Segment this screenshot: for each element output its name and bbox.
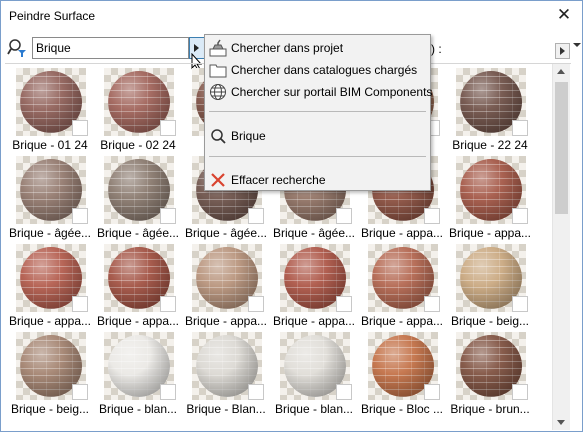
material-label: Brique - appa... — [360, 314, 444, 328]
material-tile[interactable]: Brique - appa... — [446, 154, 534, 240]
menu-item-search-bim-portal[interactable]: Chercher sur portail BIM Components — [205, 82, 433, 102]
material-tile[interactable]: Brique - beig... — [6, 330, 94, 416]
search-options-menu: Chercher dans projet Chercher dans catal… — [204, 34, 433, 191]
globe-icon — [210, 84, 226, 100]
material-tile[interactable]: Brique - âgée... — [6, 154, 94, 240]
material-badge — [248, 384, 264, 400]
menu-item-clear-search[interactable]: Effacer recherche — [205, 170, 430, 190]
material-label: Brique - Blan... — [186, 402, 266, 416]
material-badge — [160, 208, 176, 224]
scrollbar-thumb[interactable] — [555, 82, 568, 214]
material-badge — [72, 296, 88, 312]
menu-item-search-catalogs[interactable]: Chercher dans catalogues chargés — [205, 60, 430, 80]
search-input[interactable]: Brique — [32, 37, 189, 59]
material-label: Brique - blan... — [98, 402, 178, 416]
project-search-icon — [209, 39, 227, 57]
material-label: Brique - appa... — [448, 226, 532, 240]
menu-item-label: Brique — [231, 129, 266, 143]
material-tile[interactable]: Brique - 02 24 — [94, 66, 182, 152]
search-icon — [211, 129, 226, 144]
material-tile[interactable]: Brique - 22 24 — [446, 66, 534, 152]
material-badge — [160, 384, 176, 400]
menu-item-label: Chercher sur portail BIM Components — [231, 85, 433, 99]
folder-icon — [209, 64, 227, 78]
menu-item-search-project[interactable]: Chercher dans projet — [205, 38, 430, 58]
material-tile[interactable]: Brique - appa... — [270, 242, 358, 328]
material-badge — [72, 120, 88, 136]
close-icon[interactable]: ✕ — [554, 5, 574, 25]
material-label: Brique - appa... — [272, 314, 356, 328]
material-badge — [160, 120, 176, 136]
material-tile[interactable]: Brique - brun... — [446, 330, 534, 416]
material-tile[interactable]: Brique - blan... — [94, 330, 182, 416]
material-tile[interactable]: Brique - appa... — [6, 242, 94, 328]
material-tile[interactable]: Brique - appa... — [358, 242, 446, 328]
paint-surface-dialog: Peindre Surface ✕ Brique s) : Brique - 0… — [0, 0, 583, 432]
material-label: Brique - 01 24 — [12, 138, 88, 152]
menu-separator — [209, 156, 426, 157]
material-label: Brique - beig... — [450, 314, 530, 328]
material-label: Brique - âgée... — [184, 226, 268, 240]
scroll-up-icon[interactable] — [557, 69, 565, 74]
material-label: Brique - appa... — [8, 314, 92, 328]
material-tile[interactable]: Brique - appa... — [182, 242, 270, 328]
window-title: Peindre Surface — [9, 9, 96, 23]
material-label: Brique - 22 24 — [452, 138, 528, 152]
material-label: Brique - âgée... — [96, 226, 180, 240]
material-badge — [424, 296, 440, 312]
material-badge — [336, 296, 352, 312]
material-badge — [160, 296, 176, 312]
material-label: Brique - 02 24 — [100, 138, 176, 152]
material-label: Brique - appa... — [360, 226, 444, 240]
material-badge — [512, 296, 528, 312]
title-bar: Peindre Surface ✕ — [1, 1, 582, 31]
material-badge — [72, 208, 88, 224]
material-badge — [424, 208, 440, 224]
material-label: Brique - âgée... — [272, 226, 356, 240]
menu-item-label: Chercher dans catalogues chargés — [231, 63, 418, 77]
material-badge — [336, 208, 352, 224]
material-label: Brique - brun... — [450, 402, 530, 416]
material-tile[interactable]: Brique - Blan... — [182, 330, 270, 416]
material-tile[interactable]: Brique - âgée... — [94, 154, 182, 240]
scroll-right-button[interactable] — [555, 43, 570, 59]
menu-item-search-term[interactable]: Brique — [205, 126, 430, 146]
material-badge — [424, 384, 440, 400]
material-badge — [248, 208, 264, 224]
menu-separator — [209, 111, 426, 112]
material-label: Brique - appa... — [96, 314, 180, 328]
material-label: Brique - Bloc ... — [360, 402, 444, 416]
vertical-scrollbar[interactable] — [552, 64, 570, 430]
material-tile[interactable]: Brique - 01 24 — [6, 66, 94, 152]
scroll-down-icon[interactable] — [557, 420, 565, 425]
menu-item-label: Chercher dans projet — [231, 41, 344, 55]
material-badge — [512, 384, 528, 400]
search-input-value: Brique — [36, 41, 71, 55]
material-label: Brique - beig... — [10, 402, 90, 416]
material-badge — [512, 208, 528, 224]
options-menu-caret-icon[interactable] — [573, 43, 581, 47]
material-badge — [336, 384, 352, 400]
material-label: Brique - blan... — [274, 402, 354, 416]
material-label: Brique - appa... — [184, 314, 268, 328]
material-tile[interactable]: Brique - beig... — [446, 242, 534, 328]
material-tile[interactable]: Brique - Bloc ... — [358, 330, 446, 416]
material-tile[interactable]: Brique - blan... — [270, 330, 358, 416]
material-badge — [248, 296, 264, 312]
material-tile[interactable]: Brique - appa... — [94, 242, 182, 328]
clear-x-icon — [211, 173, 225, 187]
material-badge — [72, 384, 88, 400]
material-badge — [512, 120, 528, 136]
menu-item-label: Effacer recherche — [231, 173, 326, 187]
search-filter-icon[interactable] — [7, 38, 27, 58]
material-label: Brique - âgée... — [8, 226, 92, 240]
